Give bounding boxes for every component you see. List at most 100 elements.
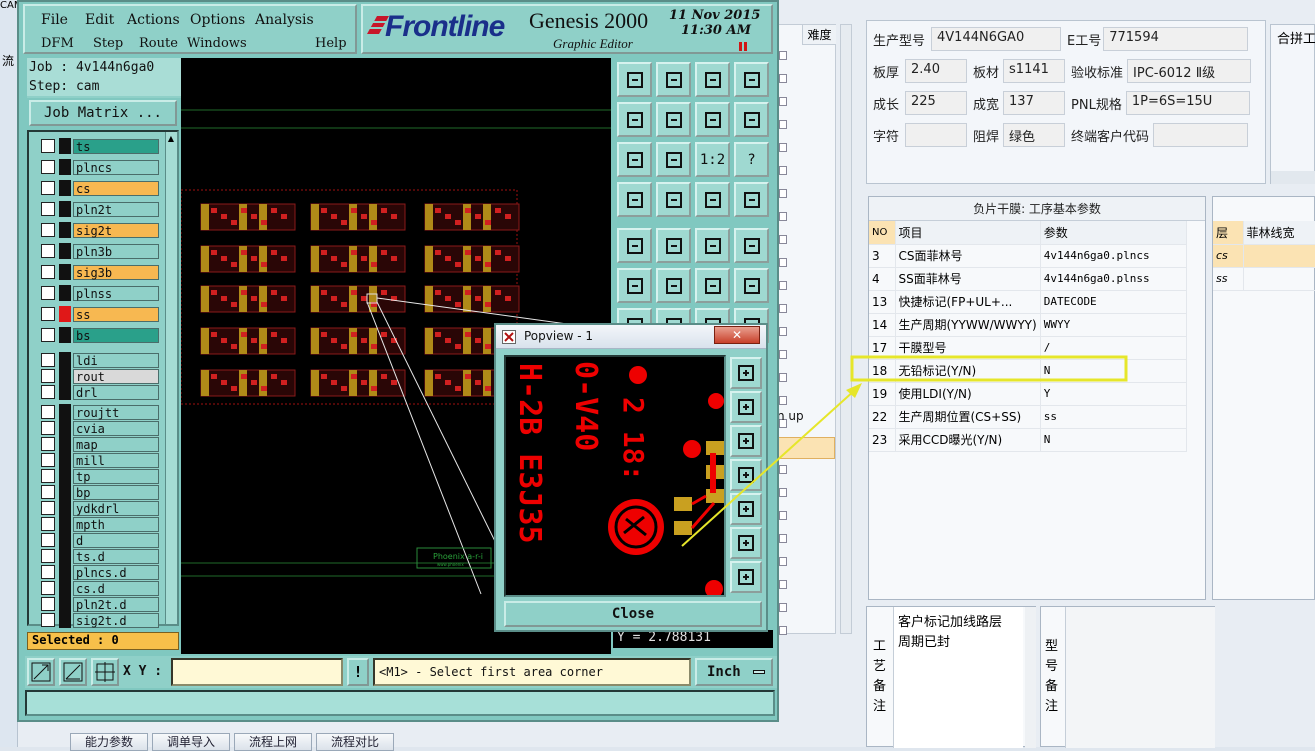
merge-scrollbar[interactable] xyxy=(1271,171,1315,184)
layer-checkbox[interactable] xyxy=(41,181,55,195)
layer-row-map[interactable]: map xyxy=(41,436,159,452)
layer-checkbox[interactable] xyxy=(41,517,55,531)
menu-actions[interactable]: Actions xyxy=(127,12,180,28)
pop-zoom-icon[interactable] xyxy=(730,357,762,389)
layer-checkbox[interactable] xyxy=(41,533,55,547)
layer-row-roujtt[interactable]: roujtt xyxy=(41,404,159,420)
layer-checkbox[interactable] xyxy=(41,244,55,258)
table-row[interactable]: 14 生产周期(YYWW/WWYY) WWYY xyxy=(869,313,1188,337)
one-to-two-icon[interactable]: 1:2 xyxy=(695,142,730,177)
home-icon[interactable] xyxy=(695,62,730,97)
table-row[interactable]: 19 使用LDI(Y/N) Y xyxy=(869,382,1188,406)
layer-row-rout[interactable]: rout xyxy=(41,368,159,384)
layer-row-cs-d[interactable]: cs.d xyxy=(41,580,159,596)
layer-row-ss[interactable]: ss xyxy=(41,306,159,322)
ruler-icon[interactable] xyxy=(695,228,730,263)
layer-checkbox[interactable] xyxy=(41,369,55,383)
step-out-icon[interactable] xyxy=(656,102,691,137)
char-field[interactable] xyxy=(905,123,968,147)
wrench-icon[interactable] xyxy=(617,182,652,217)
layer-checkbox[interactable] xyxy=(41,565,55,579)
layer-checkbox[interactable] xyxy=(41,469,55,483)
menu-file[interactable]: File xyxy=(41,12,68,28)
customer-field[interactable] xyxy=(1153,123,1249,147)
table-row[interactable]: cs xyxy=(1213,244,1315,268)
zoom-center-icon[interactable] xyxy=(656,142,691,177)
layer-checkbox[interactable] xyxy=(41,501,55,515)
layer-checkbox[interactable] xyxy=(41,286,55,300)
layer-checkbox[interactable] xyxy=(41,453,55,467)
flow-upload-button[interactable]: 流程上网 xyxy=(234,733,312,751)
menu-route[interactable]: Route xyxy=(139,36,178,51)
layer-row-ts[interactable]: ts xyxy=(41,138,159,154)
snap-icon[interactable] xyxy=(734,102,769,137)
layer-checkbox[interactable] xyxy=(41,139,55,153)
layer-checkbox[interactable] xyxy=(41,328,55,342)
rotate-icon[interactable] xyxy=(695,102,730,137)
order-list[interactable]: 难度 n up xyxy=(776,24,836,635)
layer-checkbox[interactable] xyxy=(41,353,55,367)
layer-row-bs[interactable]: bs xyxy=(41,327,159,343)
window-icon[interactable] xyxy=(734,62,769,97)
layer-checkbox[interactable] xyxy=(41,437,55,451)
grid-snap-icon[interactable] xyxy=(91,658,119,686)
net-icon[interactable] xyxy=(695,182,730,217)
layer-up-icon[interactable] xyxy=(617,62,652,97)
pop-right-icon[interactable] xyxy=(730,493,762,525)
grid-icon[interactable] xyxy=(656,182,691,217)
zoom-fit-icon[interactable] xyxy=(27,658,55,686)
menu-dfm[interactable]: DFM xyxy=(41,36,74,51)
layer-row-bp[interactable]: bp xyxy=(41,484,159,500)
popview-titlebar[interactable]: Popview - 1 ✕ xyxy=(496,325,766,349)
layer-row-pln3b[interactable]: pln3b xyxy=(41,243,159,259)
layer-row-cs[interactable]: cs xyxy=(41,180,159,196)
process-note-text[interactable]: 客户标记加线路层 周期已封 xyxy=(893,607,1023,748)
layer-row-cvia[interactable]: cvia xyxy=(41,420,159,436)
pop-down-icon[interactable] xyxy=(730,425,762,457)
layer-row-sig3b[interactable]: sig3b xyxy=(41,264,159,280)
highlighted-row[interactable] xyxy=(777,437,835,459)
width-field[interactable]: 137 xyxy=(1003,91,1066,115)
zoom-extent-icon[interactable] xyxy=(617,142,652,177)
layer-checkbox[interactable] xyxy=(41,581,55,595)
table-row[interactable]: 4 SS面菲林号 4v144n6ga0.plnss xyxy=(869,267,1188,291)
pop-left-icon[interactable] xyxy=(730,459,762,491)
layer-row-sig2t[interactable]: sig2t xyxy=(41,222,159,238)
layer-row-mill[interactable]: mill xyxy=(41,452,159,468)
step-in-icon[interactable] xyxy=(617,102,652,137)
thickness-field[interactable]: 2.40 xyxy=(905,59,968,83)
layer-row-pln2t-d[interactable]: pln2t.d xyxy=(41,596,159,612)
layer-row-d[interactable]: d xyxy=(41,532,159,548)
menu-windows[interactable]: Windows xyxy=(187,36,247,51)
layer-scrollbar[interactable]: ▲ xyxy=(165,132,177,624)
model-field[interactable]: 4V144N6GA0 xyxy=(931,27,1062,51)
layer-row-tp[interactable]: tp xyxy=(41,468,159,484)
model-note-text[interactable] xyxy=(1065,607,1215,748)
flash-icon[interactable] xyxy=(656,228,691,263)
pop-fit-icon[interactable] xyxy=(730,527,762,559)
length-field[interactable]: 225 xyxy=(905,91,968,115)
net2-icon[interactable] xyxy=(734,182,769,217)
flow-compare-button[interactable]: 流程对比 xyxy=(316,733,394,751)
layer-checkbox[interactable] xyxy=(41,223,55,237)
menu-step[interactable]: Step xyxy=(93,36,123,51)
layer-checkbox[interactable] xyxy=(41,385,55,399)
layer-checkbox[interactable] xyxy=(41,307,55,321)
measure-icon[interactable] xyxy=(59,658,87,686)
close-button[interactable]: Close xyxy=(504,601,762,627)
table-row[interactable]: 17 干膜型号 / xyxy=(869,336,1188,360)
menu-options[interactable]: Options xyxy=(190,12,245,28)
layer-row-mpth[interactable]: mpth xyxy=(41,516,159,532)
table-row[interactable]: 18 无铅标记(Y/N) N xyxy=(869,359,1188,383)
line-icon[interactable] xyxy=(695,268,730,303)
table-row[interactable]: 3 CS面菲林号 4v144n6ga0.plncs xyxy=(869,244,1188,268)
standard-field[interactable]: IPC-6012 Ⅱ级 xyxy=(1127,59,1252,83)
layer-checkbox[interactable] xyxy=(41,160,55,174)
job-matrix-button[interactable]: Job Matrix ... xyxy=(29,100,177,126)
import-order-button[interactable]: 调单导入 xyxy=(152,733,230,751)
layer-checkbox[interactable] xyxy=(41,549,55,563)
layer-row-plncs-d[interactable]: plncs.d xyxy=(41,564,159,580)
layer-row-plncs[interactable]: plncs xyxy=(41,159,159,175)
arc-icon[interactable] xyxy=(734,268,769,303)
help-icon[interactable]: ? xyxy=(734,142,769,177)
